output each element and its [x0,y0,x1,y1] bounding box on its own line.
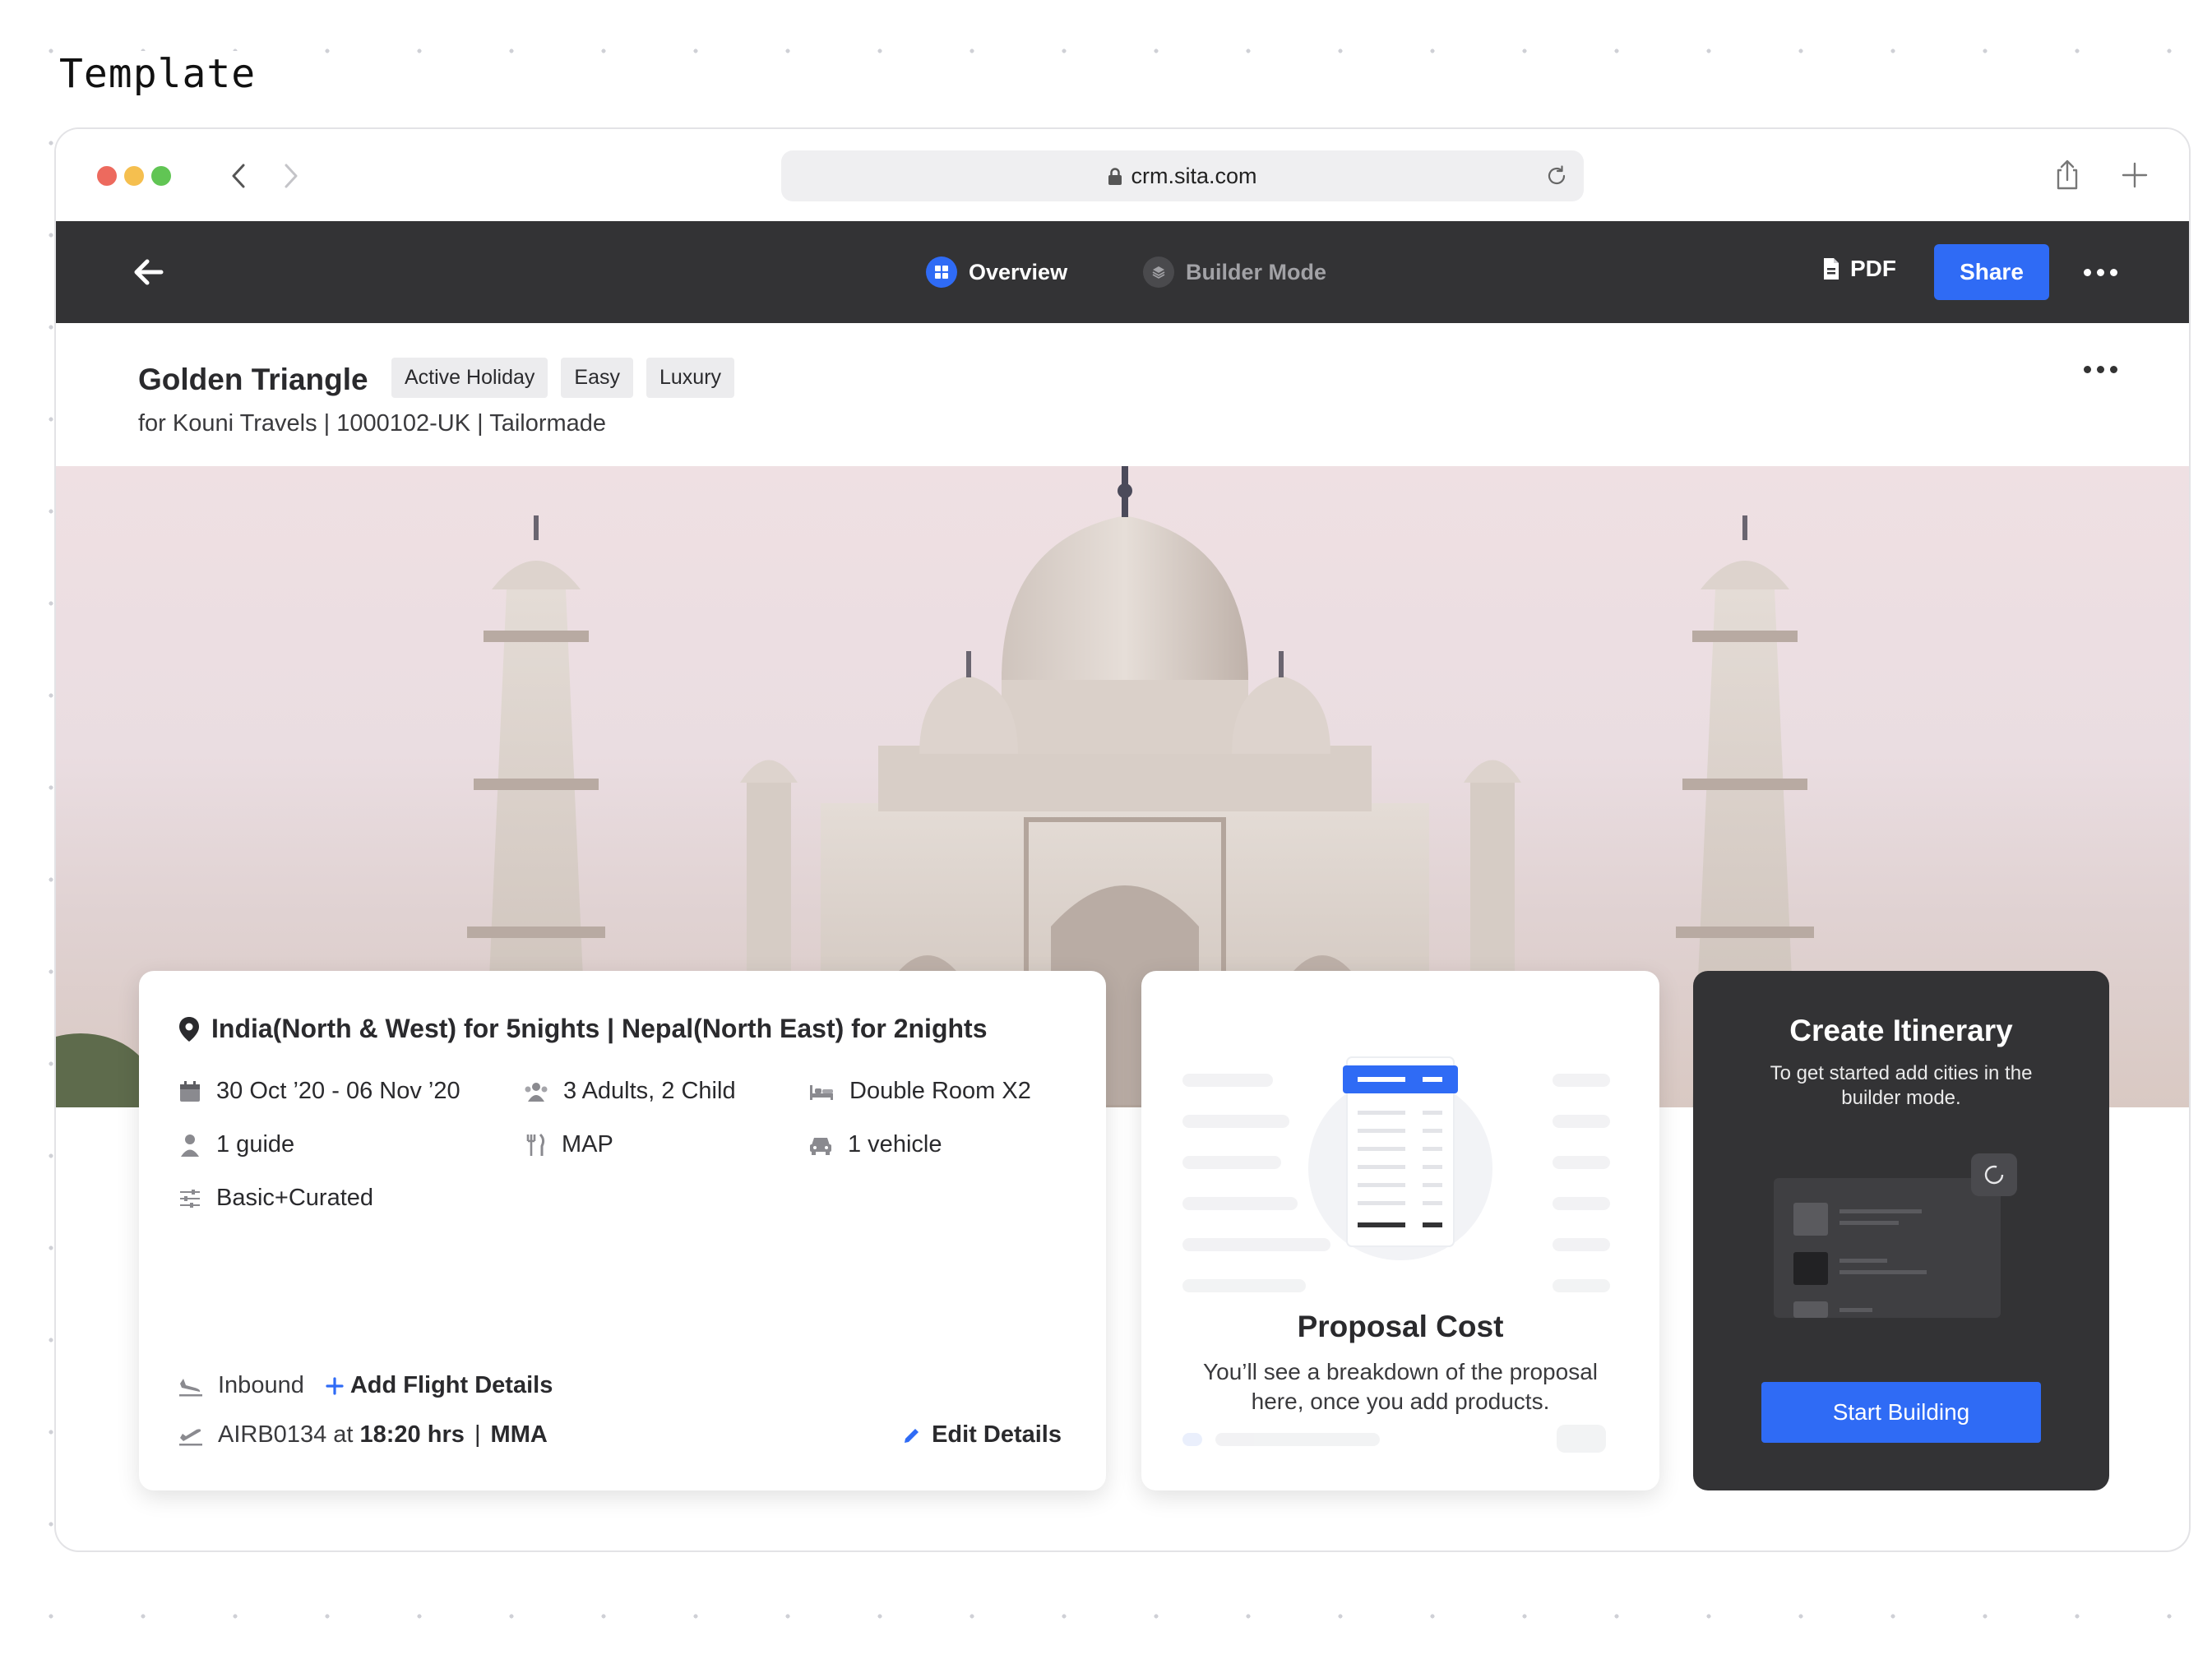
destination-heading: India(North & West) for 5nights | Nepal(… [178,1014,987,1044]
browser-back-icon[interactable] [225,162,253,190]
new-tab-icon[interactable] [2118,159,2151,192]
vehicle-label: 1 vehicle [848,1131,942,1158]
add-flight-details-button[interactable]: Add Flight Details [326,1372,553,1399]
proposal-cost-card: Proposal Cost You’ll see a breakdown of … [1141,971,1659,1490]
share-button[interactable]: Share [1934,244,2049,300]
tab-builder-mode[interactable]: Builder Mode [1143,256,1326,289]
destination-label: India(North & West) for 5nights | Nepal(… [211,1014,988,1043]
car-icon [810,1137,831,1155]
trip-header: Golden Triangle Active Holiday Easy Luxu… [56,323,2189,471]
trip-details-card: India(North & West) for 5nights | Nepal(… [139,971,1106,1490]
trip-title: Golden Triangle [138,363,368,396]
close-window-button[interactable] [97,166,117,186]
proposal-cost-description: You’ll see a breakdown of the proposal h… [1203,1359,1598,1414]
create-itinerary-card: Create Itinerary To get started add citi… [1693,971,2109,1490]
url-label: crm.sita.com [1131,164,1257,188]
room-label: Double Room X2 [849,1078,1031,1104]
proposal-cost-title: Proposal Cost [1297,1310,1504,1343]
category-label: Basic+Curated [216,1185,374,1211]
tag-easy: Easy [561,358,633,398]
page-label: Template [54,51,261,97]
meal-plan: MAP [524,1131,613,1158]
browser-window: crm.sita.com Overview Builder Mode PDF S… [54,127,2191,1552]
share-sheet-icon[interactable] [2051,159,2084,192]
tab-builder-mode-label: Builder Mode [1186,259,1327,284]
room-info: Double Room X2 [808,1078,1031,1105]
outbound-flight-row: AIRB0134 at 18:20 hrs | MMA [178,1421,548,1449]
flight-time: 18:20 hrs [359,1421,465,1448]
pax-count: 3 Adults, 2 Child [524,1078,736,1105]
trip-more-icon[interactable] [2084,366,2117,373]
travel-dates: 30 Oct ’20 - 06 Nov ’20 [178,1078,460,1105]
tag-active-holiday: Active Holiday [391,358,548,398]
grid-icon [926,256,957,288]
pax-label: 3 Adults, 2 Child [563,1078,736,1104]
lock-icon [1108,168,1122,185]
minimize-window-button[interactable] [124,166,144,186]
guide-label: 1 guide [216,1131,295,1158]
create-itinerary-title: Create Itinerary [1789,1014,2013,1047]
pdf-button[interactable]: PDF [1822,256,1896,282]
bed-icon [810,1084,833,1100]
calendar-icon [180,1080,200,1102]
flight-airport: MMA [490,1421,548,1448]
sliders-icon [180,1189,200,1208]
create-itinerary-description: To get started add cities in the builder… [1770,1062,2033,1109]
plus-icon [326,1376,344,1395]
tab-overview-label: Overview [969,259,1068,284]
inbound-label: Inbound [218,1372,304,1398]
add-flight-label: Add Flight Details [349,1372,553,1398]
builder-placeholder-illustration [1774,1153,2017,1318]
tag-luxury: Luxury [646,358,735,398]
browser-chrome: crm.sita.com [56,129,2189,221]
trip-tags: Active Holiday Easy Luxury [391,358,735,398]
dates-label: 30 Oct ’20 - 06 Nov ’20 [216,1078,460,1104]
edit-details-label: Edit Details [932,1421,1062,1448]
flight-number: AIRB0134 at [218,1421,354,1448]
browser-forward-icon[interactable] [276,162,304,190]
header-more-icon[interactable] [2084,269,2117,276]
address-bar[interactable]: crm.sita.com [781,150,1584,201]
document-icon [1824,258,1839,280]
location-pin-icon [179,1016,199,1042]
url-text: crm.sita.com [781,164,1584,189]
edit-details-button[interactable]: Edit Details [902,1421,1062,1449]
app-header: Overview Builder Mode PDF Share [56,221,2189,323]
start-building-button[interactable]: Start Building [1761,1382,2041,1443]
maximize-window-button[interactable] [151,166,171,186]
cutlery-icon [526,1133,545,1156]
back-arrow-icon[interactable] [132,256,164,289]
meal-label: MAP [562,1131,613,1158]
guide-icon [181,1134,199,1157]
category-info: Basic+Curated [178,1185,373,1212]
layers-icon [1143,256,1174,288]
reload-icon[interactable] [1544,164,1569,188]
tab-overview[interactable]: Overview [926,256,1067,289]
people-icon [525,1082,548,1102]
pdf-label: PDF [1850,256,1896,281]
plane-landing-icon [179,1378,202,1396]
inbound-flight-row: Inbound Add Flight Details [178,1372,553,1399]
plane-takeoff-icon [179,1428,202,1445]
guide-info: 1 guide [178,1131,294,1158]
trip-subtitle: for Kouni Travels | 1000102-UK | Tailorm… [138,410,607,437]
vehicle-info: 1 vehicle [808,1131,942,1158]
pencil-icon [905,1428,919,1443]
